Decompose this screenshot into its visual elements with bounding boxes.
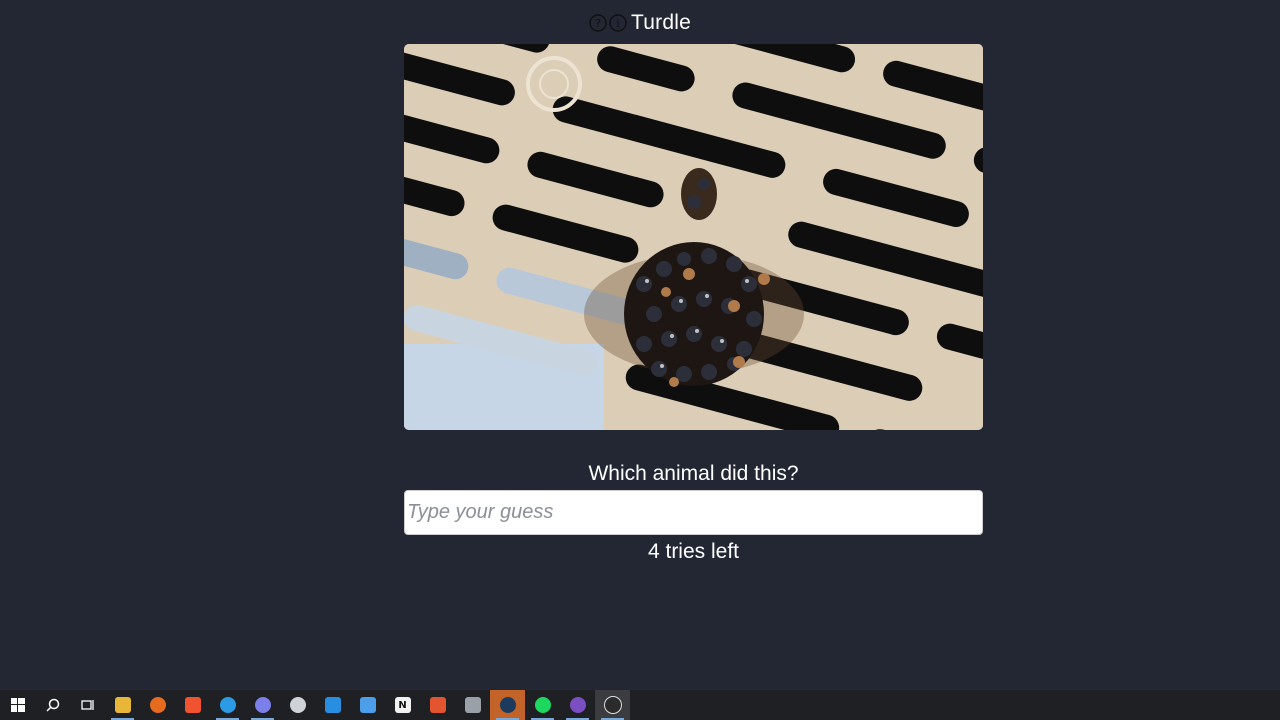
- globe-icon: [289, 697, 306, 713]
- info-icon[interactable]: i: [609, 14, 627, 32]
- app-icon: [429, 697, 446, 713]
- header: ? i Turdle: [0, 8, 1280, 38]
- obs-icon: [603, 696, 622, 714]
- taskbar-steam[interactable]: [490, 690, 525, 720]
- edge-icon: [219, 697, 236, 713]
- firefox-icon: [149, 697, 166, 713]
- clue-photo: [404, 44, 983, 430]
- taskbar-globe-app[interactable]: [280, 690, 315, 720]
- notion-icon: N: [394, 697, 411, 713]
- taskbar-edge[interactable]: [210, 690, 245, 720]
- help-icon[interactable]: ?: [589, 14, 607, 32]
- brave-icon: [184, 697, 201, 713]
- taskbar-spotify[interactable]: [525, 690, 560, 720]
- taskbar-start-button[interactable]: [0, 690, 35, 720]
- search-icon: [45, 698, 59, 712]
- taskbar-search-button[interactable]: [35, 690, 70, 720]
- github-icon: [569, 697, 586, 713]
- drain-grate-image: [404, 44, 983, 430]
- taskbar-task-view-button[interactable]: [70, 690, 105, 720]
- taskbar-github[interactable]: [560, 690, 595, 720]
- taskbar-vscode[interactable]: [315, 690, 350, 720]
- game-app: ? i Turdle Which animal did this? Type y…: [0, 0, 1280, 690]
- steam-icon: [499, 697, 516, 713]
- taskbar-discord[interactable]: [245, 690, 280, 720]
- taskbar-notion[interactable]: N: [385, 690, 420, 720]
- taskbar-firefox[interactable]: [140, 690, 175, 720]
- taskbar-obs[interactable]: [595, 690, 630, 720]
- page-title: Turdle: [631, 11, 691, 34]
- taskbar-blue-app[interactable]: [350, 690, 385, 720]
- taskbar-orange-app[interactable]: [420, 690, 455, 720]
- discord-icon: [254, 697, 271, 713]
- app-icon: [464, 697, 481, 713]
- spotify-icon: [534, 697, 551, 713]
- folder-icon: [114, 697, 131, 713]
- taskbar-file-explorer[interactable]: [105, 690, 140, 720]
- app-icon: [359, 697, 376, 713]
- windows-logo-icon: [10, 698, 25, 712]
- task-view-icon: [80, 700, 94, 710]
- taskbar-grey-app[interactable]: [455, 690, 490, 720]
- guess-input[interactable]: [404, 490, 983, 535]
- svg-text:?: ?: [595, 17, 601, 30]
- taskbar-brave[interactable]: [175, 690, 210, 720]
- taskbar: N: [0, 690, 1280, 720]
- tries-left-text: 4 tries left: [647, 540, 740, 563]
- vscode-icon: [324, 697, 341, 713]
- svg-text:i: i: [616, 17, 620, 30]
- question-text: Which animal did this?: [588, 462, 799, 485]
